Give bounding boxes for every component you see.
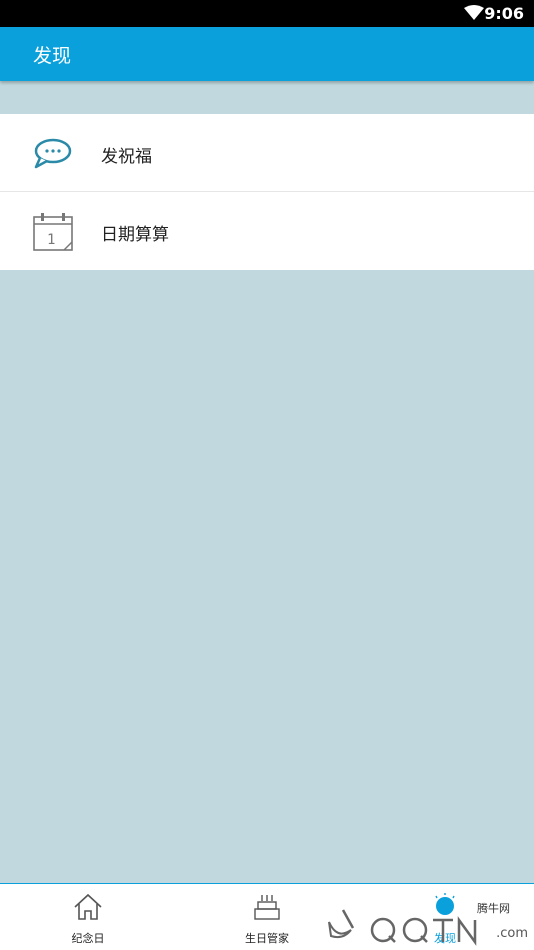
app-bar: 发现 — [0, 27, 534, 81]
cake-icon — [252, 893, 282, 921]
list-item-send-wishes[interactable]: 发祝福 — [0, 114, 534, 192]
watermark-domain: .com — [496, 926, 528, 941]
calendar-icon: 1 — [32, 212, 74, 251]
list-item-label: 发祝福 — [101, 147, 152, 167]
status-time: 9:06 — [484, 4, 524, 23]
discover-list: 发祝福 1 日期算算 — [0, 114, 534, 270]
home-icon — [73, 893, 103, 921]
list-item-date-calc[interactable]: 1 日期算算 — [0, 192, 534, 270]
tab-anniversary[interactable]: 纪念日 — [28, 884, 148, 950]
status-bar: 9:06 — [0, 0, 534, 27]
wifi-icon — [464, 5, 484, 25]
page-title: 发现 — [33, 45, 72, 67]
svg-text:1: 1 — [47, 232, 55, 248]
qqtn-watermark: 腾牛网 .com — [323, 900, 528, 946]
tab-birthday-manager[interactable]: 生日管家 — [207, 884, 327, 950]
bottom-nav: 纪念日 生日管家 发现 腾牛网 .com — [0, 883, 534, 950]
tab-label: 生日管家 — [245, 932, 289, 945]
tab-label: 纪念日 — [71, 932, 105, 945]
chat-bubble-icon — [32, 134, 74, 172]
list-item-label: 日期算算 — [101, 225, 169, 245]
